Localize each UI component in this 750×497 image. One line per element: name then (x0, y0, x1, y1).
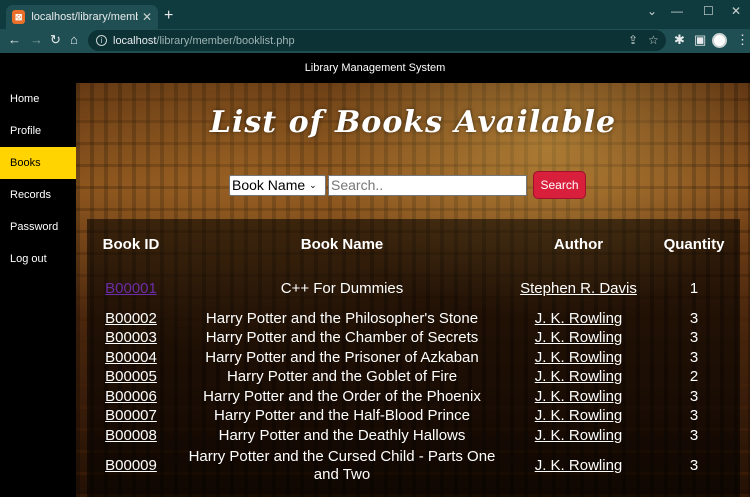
browser-tabstrip: ⊠ localhost/library/member/bookli ✕ + ⌄ … (0, 0, 750, 29)
search-input[interactable]: Search.. (328, 174, 527, 196)
site-info-icon[interactable]: i (96, 35, 107, 46)
book-id-link[interactable]: B00002 (105, 310, 157, 327)
books-table-container: Book ID Book Name Author Quantity B00001… (87, 219, 740, 497)
book-name: Harry Potter and the Half-Blood Prince (214, 407, 470, 425)
address-bar[interactable]: i localhost/library/member/booklist.php … (88, 30, 666, 51)
author-link[interactable]: J. K. Rowling (535, 349, 623, 366)
url-host: localhost (113, 34, 157, 47)
url-path: /library/member/booklist.php (156, 34, 295, 47)
book-quantity: 3 (689, 456, 699, 474)
header-book-name: Book Name (300, 235, 384, 253)
author-link[interactable]: J. K. Rowling (535, 310, 623, 327)
table-header-row: Book ID Book Name Author Quantity (87, 219, 740, 269)
search-field-value: Book Name (232, 177, 306, 193)
close-tab-icon[interactable]: ✕ (142, 10, 152, 24)
book-quantity: 3 (689, 309, 699, 327)
side-panel-icon[interactable]: ▣ (694, 32, 706, 48)
book-name: Harry Potter and the Prisoner of Azkaban (205, 348, 479, 366)
menu-kebab-icon[interactable]: ⋮ (736, 32, 749, 48)
author-link[interactable]: J. K. Rowling (535, 329, 623, 346)
book-id-link[interactable]: B00001 (105, 280, 157, 297)
book-quantity: 3 (689, 348, 699, 366)
sidebar-item-home[interactable]: Home (0, 83, 76, 115)
header-author: Author (553, 235, 604, 253)
sidebar-item-books[interactable]: Books (0, 147, 76, 179)
book-name: Harry Potter and the Philosopher's Stone (205, 309, 479, 327)
header-book-id: Book ID (102, 235, 160, 253)
table-row: B00001 C++ For Dummies Stephen R. Davis … (87, 269, 740, 309)
site-header: Library Management System (0, 53, 750, 83)
page: Library Management System Home Profile B… (0, 53, 750, 497)
extensions-icon[interactable]: ✱ (674, 32, 685, 48)
author-link[interactable]: J. K. Rowling (535, 388, 623, 405)
main-content: List of Books Available Book Name ⌄ Sear… (76, 83, 750, 497)
book-name: Harry Potter and the Cursed Child - Part… (188, 447, 496, 483)
browser-toolbar: ← → ↻ ⌂ i localhost/library/member/bookl… (0, 29, 750, 53)
browser-tab[interactable]: ⊠ localhost/library/member/bookli ✕ (6, 5, 158, 29)
book-id-link[interactable]: B00007 (105, 407, 157, 424)
reload-icon[interactable]: ↻ (50, 32, 61, 48)
maximize-icon[interactable]: ☐ (703, 4, 714, 18)
book-name: C++ For Dummies (280, 280, 404, 297)
book-id-link[interactable]: B00006 (105, 388, 157, 405)
search-field-select[interactable]: Book Name ⌄ (229, 174, 326, 196)
header-quantity: Quantity (663, 235, 725, 253)
table-row: B00008 Harry Potter and the Deathly Hall… (87, 426, 740, 446)
book-id-link[interactable]: B00004 (105, 349, 157, 366)
book-name: Harry Potter and the Order of the Phoeni… (203, 387, 481, 405)
book-quantity: 3 (689, 407, 699, 425)
xampp-favicon-icon: ⊠ (12, 10, 26, 24)
author-link[interactable]: J. K. Rowling (535, 427, 623, 444)
profile-avatar[interactable] (712, 33, 727, 48)
share-icon[interactable]: ⇪ (628, 33, 638, 47)
book-quantity: 1 (689, 280, 699, 297)
home-icon[interactable]: ⌂ (70, 32, 78, 48)
chevron-down-icon: ⌄ (309, 179, 317, 190)
sidebar-item-records[interactable]: Records (0, 179, 76, 211)
book-quantity: 3 (689, 426, 699, 444)
table-row: B00009 Harry Potter and the Cursed Child… (87, 446, 740, 486)
book-name: Harry Potter and the Deathly Hallows (218, 426, 466, 444)
sidebar-item-profile[interactable]: Profile (0, 115, 76, 147)
book-name: Harry Potter and the Goblet of Fire (226, 368, 458, 386)
book-quantity: 3 (689, 387, 699, 405)
page-title: List of Books Available (209, 105, 617, 140)
table-row: B00003 Harry Potter and the Chamber of S… (87, 329, 740, 349)
forward-icon[interactable]: → (30, 32, 43, 48)
book-id-link[interactable]: B00005 (105, 368, 157, 385)
author-link[interactable]: J. K. Rowling (535, 457, 623, 474)
table-row: B00005 Harry Potter and the Goblet of Fi… (87, 368, 740, 388)
sidebar-item-logout[interactable]: Log out (0, 243, 76, 275)
author-link[interactable]: Stephen R. Davis (520, 280, 637, 297)
table-row: B00007 Harry Potter and the Half-Blood P… (87, 407, 740, 427)
books-table: Book ID Book Name Author Quantity B00001… (87, 219, 740, 486)
sidebar: Home Profile Books Records Password Log … (0, 83, 76, 497)
sidebar-item-password[interactable]: Password (0, 211, 76, 243)
search-button[interactable]: Search (533, 171, 586, 199)
tab-search-icon[interactable]: ⌄ (647, 4, 657, 18)
book-id-link[interactable]: B00009 (105, 457, 157, 474)
search-bar: Book Name ⌄ Search.. Search (229, 171, 586, 199)
table-row: B00004 Harry Potter and the Prisoner of … (87, 348, 740, 368)
table-row: B00002 Harry Potter and the Philosopher'… (87, 309, 740, 329)
close-window-icon[interactable]: ✕ (731, 4, 741, 18)
author-link[interactable]: J. K. Rowling (535, 368, 623, 385)
bookmark-star-icon[interactable]: ☆ (648, 33, 659, 47)
book-id-link[interactable]: B00003 (105, 329, 157, 346)
minimize-icon[interactable]: — (671, 4, 683, 18)
table-row: B00006 Harry Potter and the Order of the… (87, 387, 740, 407)
book-quantity: 2 (689, 368, 699, 386)
new-tab-button[interactable]: + (164, 8, 173, 24)
tab-title: localhost/library/member/bookli (31, 11, 138, 23)
back-icon[interactable]: ← (8, 32, 21, 48)
site-title: Library Management System (304, 62, 446, 74)
author-link[interactable]: J. K. Rowling (535, 407, 623, 424)
book-quantity: 3 (689, 329, 699, 347)
book-id-link[interactable]: B00008 (105, 427, 157, 444)
book-name: Harry Potter and the Chamber of Secrets (205, 329, 479, 347)
